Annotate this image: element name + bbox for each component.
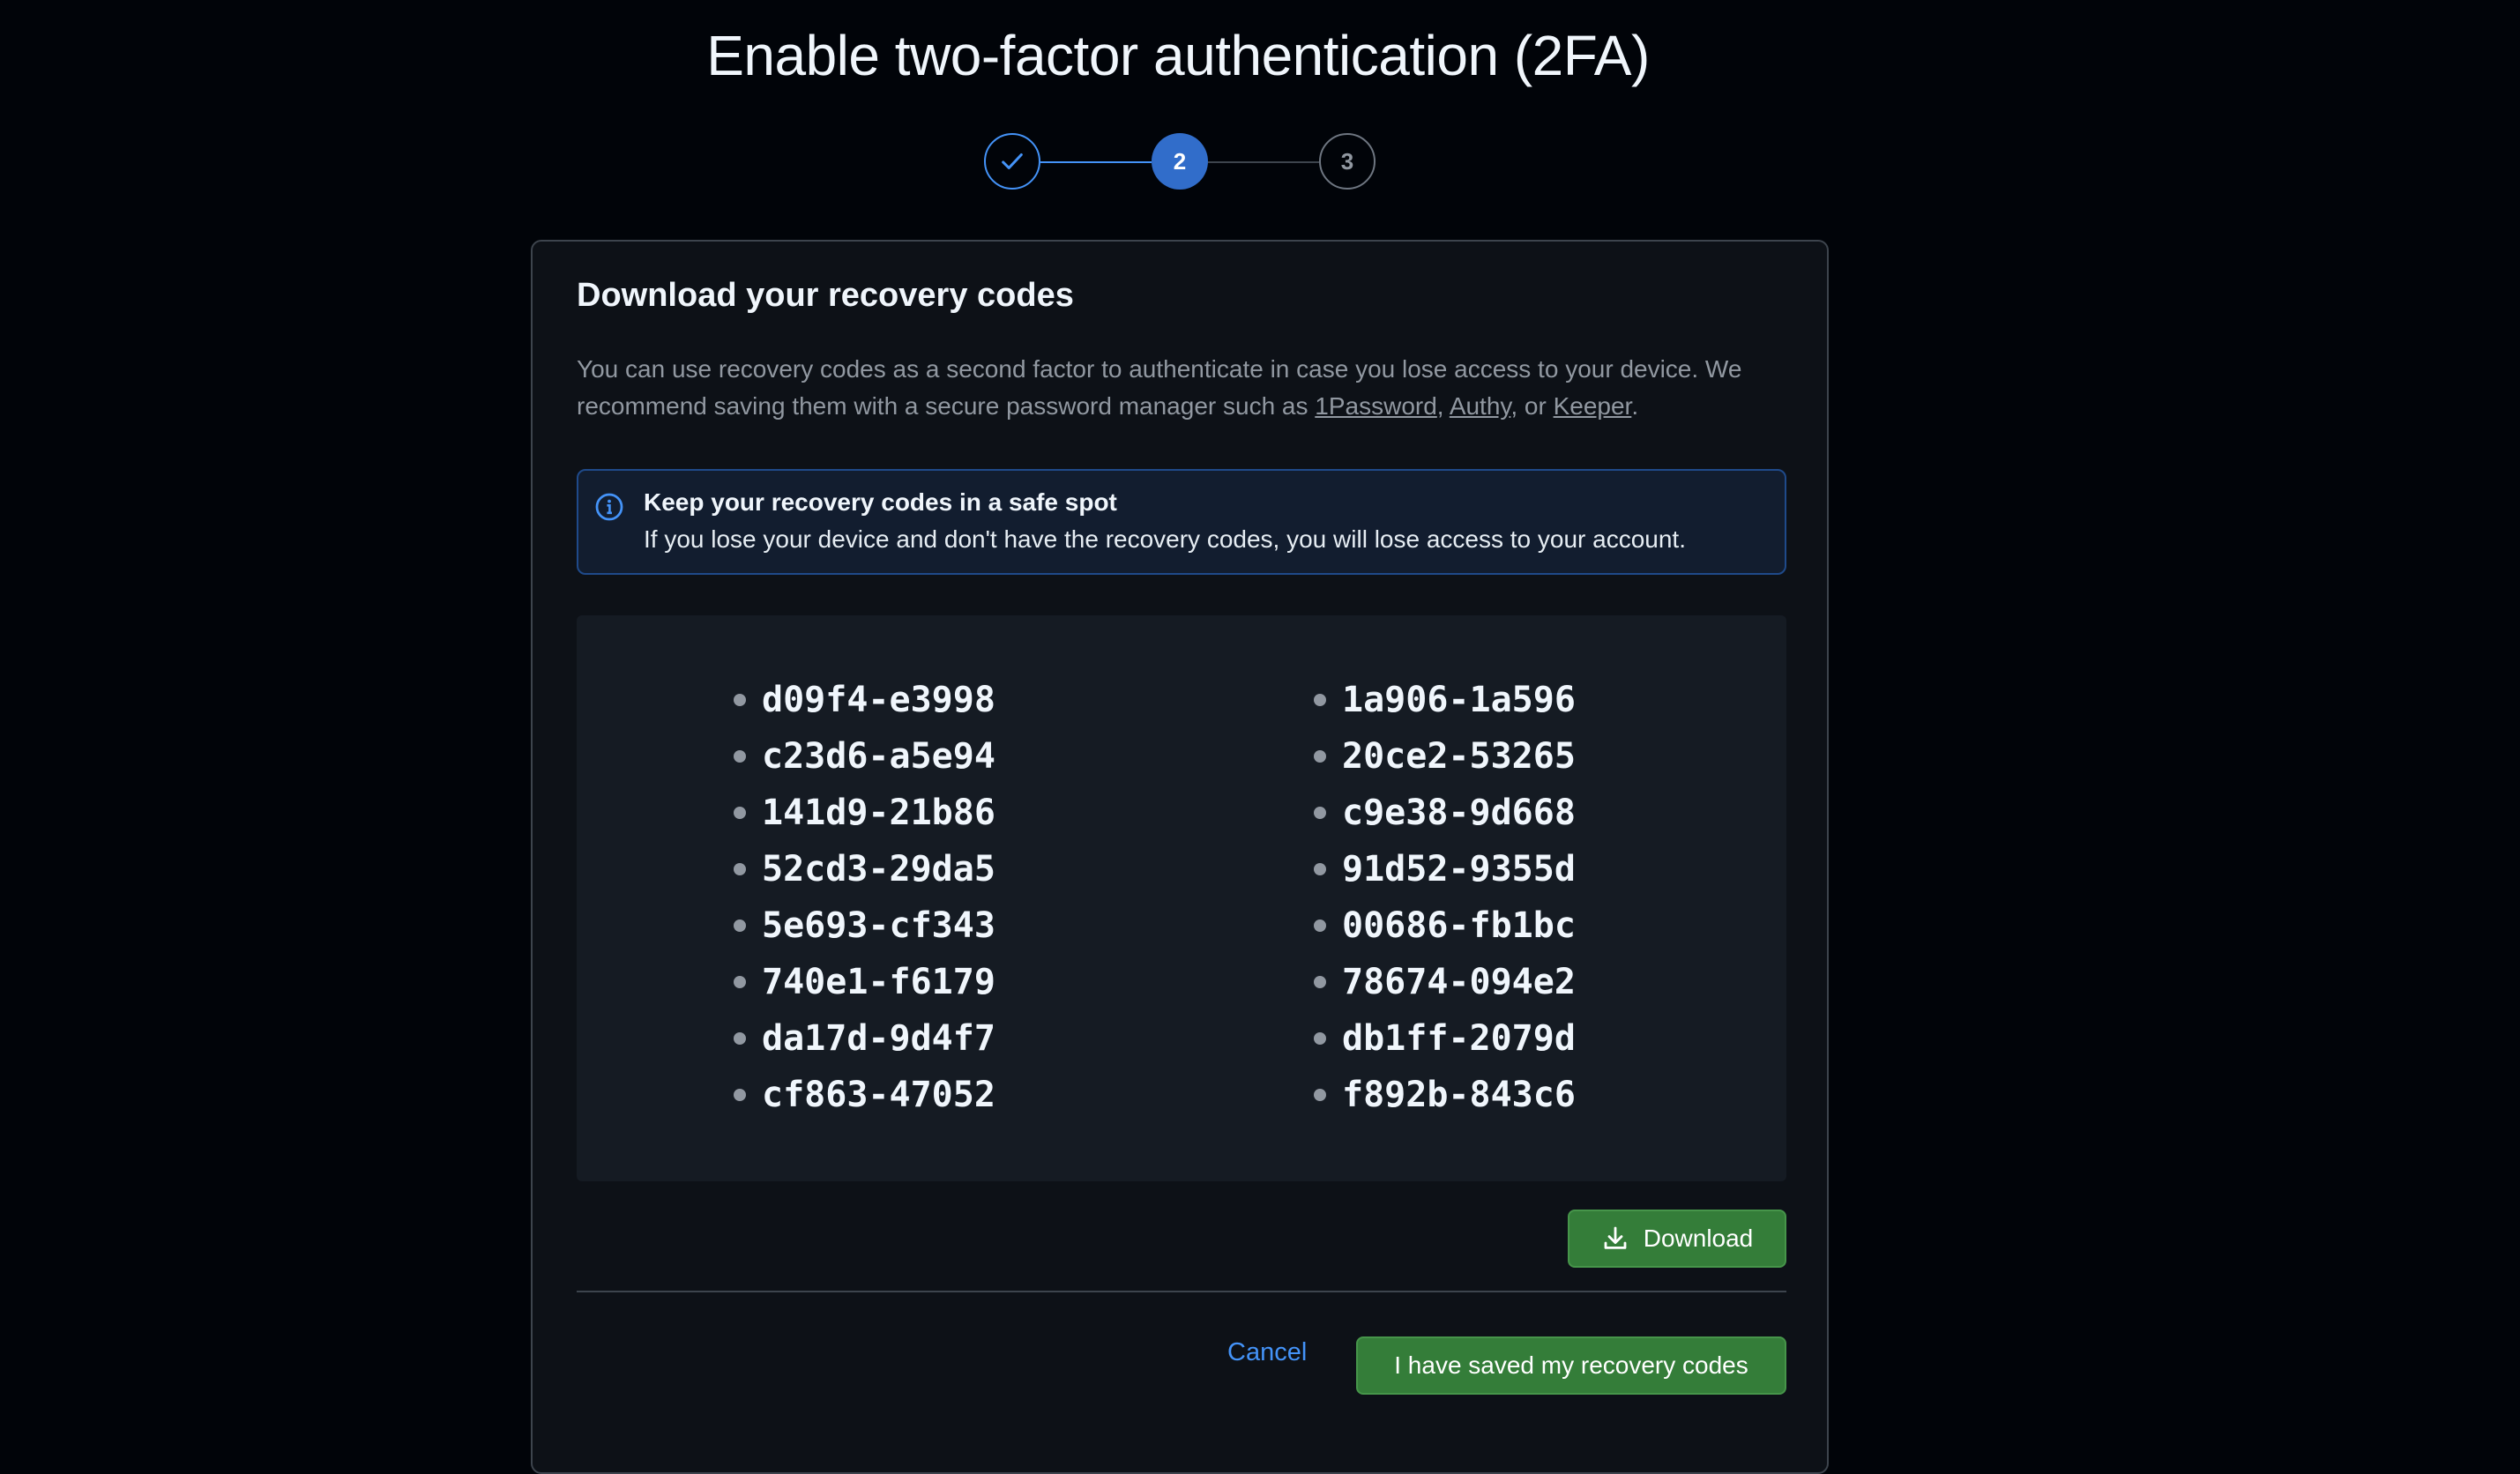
code-text: 78674-094e2 bbox=[1342, 962, 1576, 1002]
bullet-icon bbox=[734, 976, 746, 988]
progress-stepper: 2 3 bbox=[984, 133, 1376, 191]
recovery-code: 20ce2-53265 bbox=[1314, 728, 1576, 785]
recovery-code: 141d9-21b86 bbox=[734, 785, 995, 841]
recovery-code: f892b-843c6 bbox=[1314, 1067, 1576, 1123]
safe-spot-notice: Keep your recovery codes in a safe spot … bbox=[577, 469, 1786, 575]
bullet-icon bbox=[1314, 694, 1326, 706]
codes-column-1: d09f4-e3998 c23d6-a5e94 141d9-21b86 52cd… bbox=[734, 672, 995, 1123]
code-text: 52cd3-29da5 bbox=[762, 849, 995, 890]
card-title: Download your recovery codes bbox=[577, 277, 1074, 314]
stepper-connector-upcoming bbox=[1208, 161, 1319, 163]
code-text: 20ce2-53265 bbox=[1342, 736, 1576, 777]
description-end: . bbox=[1631, 392, 1639, 420]
code-text: c23d6-a5e94 bbox=[762, 736, 995, 777]
bullet-icon bbox=[734, 863, 746, 875]
page-title: Enable two-factor authentication (2FA) bbox=[706, 24, 1650, 87]
download-button-label: Download bbox=[1643, 1225, 1754, 1252]
recovery-code: cf863-47052 bbox=[734, 1067, 995, 1123]
code-text: 00686-fb1bc bbox=[1342, 905, 1576, 946]
download-button[interactable]: Download bbox=[1568, 1210, 1786, 1268]
step-2-current: 2 bbox=[1152, 133, 1208, 190]
bullet-icon bbox=[1314, 807, 1326, 819]
bullet-icon bbox=[1314, 919, 1326, 932]
bullet-icon bbox=[734, 1032, 746, 1045]
confirm-button-label: I have saved my recovery codes bbox=[1394, 1351, 1748, 1379]
bullet-icon bbox=[1314, 863, 1326, 875]
bullet-icon bbox=[734, 919, 746, 932]
recovery-code: c9e38-9d668 bbox=[1314, 785, 1576, 841]
code-text: 740e1-f6179 bbox=[762, 962, 995, 1002]
code-text: 91d52-9355d bbox=[1342, 849, 1576, 890]
recovery-code: 00686-fb1bc bbox=[1314, 897, 1576, 954]
recovery-code: 91d52-9355d bbox=[1314, 841, 1576, 897]
recovery-codes-card: Download your recovery codes You can use… bbox=[531, 240, 1829, 1474]
recovery-code: 740e1-f6179 bbox=[734, 954, 995, 1010]
bullet-icon bbox=[1314, 1032, 1326, 1045]
download-icon bbox=[1604, 1226, 1627, 1249]
confirm-saved-button[interactable]: I have saved my recovery codes bbox=[1356, 1336, 1786, 1395]
recovery-codes-list: d09f4-e3998 c23d6-a5e94 141d9-21b86 52cd… bbox=[577, 615, 1786, 1181]
description-separator: , or bbox=[1510, 392, 1554, 420]
stepper-connector-complete bbox=[1040, 161, 1152, 163]
bullet-icon bbox=[734, 694, 746, 706]
link-keeper[interactable]: Keeper bbox=[1554, 392, 1632, 420]
recovery-code: 5e693-cf343 bbox=[734, 897, 995, 954]
cancel-button[interactable]: Cancel bbox=[1227, 1338, 1307, 1367]
code-text: f892b-843c6 bbox=[1342, 1075, 1576, 1115]
code-text: db1ff-2079d bbox=[1342, 1018, 1576, 1059]
card-description: You can use recovery codes as a second f… bbox=[577, 351, 1793, 425]
info-icon bbox=[595, 493, 623, 521]
bullet-icon bbox=[1314, 1089, 1326, 1101]
divider bbox=[577, 1291, 1786, 1292]
link-authy[interactable]: Authy bbox=[1450, 392, 1511, 420]
bullet-icon bbox=[1314, 976, 1326, 988]
recovery-code: da17d-9d4f7 bbox=[734, 1010, 995, 1067]
recovery-code: c23d6-a5e94 bbox=[734, 728, 995, 785]
recovery-code: 52cd3-29da5 bbox=[734, 841, 995, 897]
code-text: 1a906-1a596 bbox=[1342, 680, 1576, 720]
step-1-complete bbox=[984, 133, 1040, 190]
bullet-icon bbox=[1314, 750, 1326, 763]
code-text: c9e38-9d668 bbox=[1342, 793, 1576, 833]
code-text: cf863-47052 bbox=[762, 1075, 995, 1115]
notice-text: If you lose your device and don't have t… bbox=[644, 525, 1686, 553]
bullet-icon bbox=[734, 807, 746, 819]
bullet-icon bbox=[734, 750, 746, 763]
codes-column-2: 1a906-1a596 20ce2-53265 c9e38-9d668 91d5… bbox=[1314, 672, 1576, 1123]
recovery-code: db1ff-2079d bbox=[1314, 1010, 1576, 1067]
recovery-code: 78674-094e2 bbox=[1314, 954, 1576, 1010]
code-text: 141d9-21b86 bbox=[762, 793, 995, 833]
code-text: 5e693-cf343 bbox=[762, 905, 995, 946]
description-separator: , bbox=[1436, 392, 1450, 420]
step-3-upcoming: 3 bbox=[1319, 133, 1376, 190]
check-icon bbox=[1002, 153, 1023, 169]
code-text: da17d-9d4f7 bbox=[762, 1018, 995, 1059]
code-text: d09f4-e3998 bbox=[762, 680, 995, 720]
recovery-code: 1a906-1a596 bbox=[1314, 672, 1576, 728]
bullet-icon bbox=[734, 1089, 746, 1101]
notice-title: Keep your recovery codes in a safe spot bbox=[644, 488, 1117, 516]
recovery-code: d09f4-e3998 bbox=[734, 672, 995, 728]
link-1password[interactable]: 1Password bbox=[1315, 392, 1437, 420]
